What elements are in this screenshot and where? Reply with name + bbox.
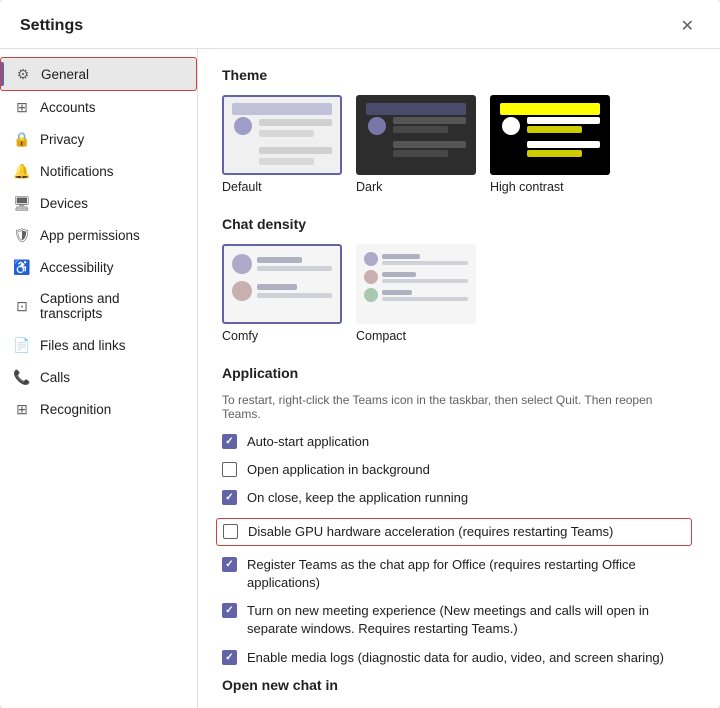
checkbox-register-teams-label: Register Teams as the chat app for Offic… bbox=[247, 556, 692, 592]
sidebar-item-label-devices: Devices bbox=[40, 196, 88, 211]
notifications-icon: 🔔 bbox=[14, 163, 30, 179]
theme-preview-dark bbox=[356, 95, 476, 175]
sidebar-item-app-permissions[interactable]: 🛡 App permissions bbox=[0, 219, 197, 251]
dialog-title: Settings bbox=[20, 17, 83, 35]
sidebar-item-label-calls: Calls bbox=[40, 370, 70, 385]
application-title: Application bbox=[222, 365, 692, 381]
sidebar-item-calls[interactable]: 📞 Calls bbox=[0, 361, 197, 393]
density-preview-compact bbox=[356, 244, 476, 324]
checkbox-on-close-label: On close, keep the application running bbox=[247, 489, 468, 507]
files-links-icon: 📄 bbox=[14, 337, 30, 353]
theme-option-hc[interactable]: High contrast bbox=[490, 95, 610, 194]
checkbox-open-bg: Open application in background bbox=[222, 461, 692, 479]
application-desc: To restart, right-click the Teams icon i… bbox=[222, 393, 692, 421]
checkbox-open-bg-input[interactable] bbox=[222, 462, 237, 477]
sidebar-item-recognition[interactable]: ⊞ Recognition bbox=[0, 393, 197, 425]
recognition-icon: ⊞ bbox=[14, 401, 30, 417]
privacy-icon: 🔒 bbox=[14, 131, 30, 147]
checkbox-register-teams-input[interactable] bbox=[222, 557, 237, 572]
density-label-comfy: Comfy bbox=[222, 329, 258, 343]
main-content: Theme Default bbox=[198, 49, 720, 708]
sidebar-item-files-links[interactable]: 📄 Files and links bbox=[0, 329, 197, 361]
checkbox-disable-gpu: Disable GPU hardware acceleration (requi… bbox=[216, 518, 692, 546]
accounts-icon: ⊞ bbox=[14, 99, 30, 115]
sidebar-item-label-accessibility: Accessibility bbox=[40, 260, 114, 275]
sidebar-item-label-general: General bbox=[41, 67, 89, 82]
checkbox-new-meeting-label: Turn on new meeting experience (New meet… bbox=[247, 602, 692, 638]
theme-section-title: Theme bbox=[222, 67, 692, 83]
captions-icon: ⊡ bbox=[14, 298, 30, 314]
sidebar-item-general[interactable]: ⚙ General bbox=[0, 57, 197, 91]
close-button[interactable]: ✕ bbox=[675, 14, 700, 38]
theme-label-dark: Dark bbox=[356, 180, 382, 194]
calls-icon: 📞 bbox=[14, 369, 30, 385]
theme-label-default: Default bbox=[222, 180, 262, 194]
open-new-chat-title: Open new chat in bbox=[222, 677, 692, 693]
accessibility-icon: ♿ bbox=[14, 259, 30, 275]
checkbox-new-meeting: Turn on new meeting experience (New meet… bbox=[222, 602, 692, 638]
devices-icon: 🖥 bbox=[14, 195, 30, 211]
checkbox-disable-gpu-input[interactable] bbox=[223, 524, 238, 539]
sidebar-item-devices[interactable]: 🖥 Devices bbox=[0, 187, 197, 219]
theme-option-dark[interactable]: Dark bbox=[356, 95, 476, 194]
density-label-compact: Compact bbox=[356, 329, 406, 343]
checkbox-media-logs-label: Enable media logs (diagnostic data for a… bbox=[247, 649, 664, 667]
density-preview-comfy bbox=[222, 244, 342, 324]
sidebar: ⚙ General ⊞ Accounts 🔒 Privacy 🔔 Notifications 🖥… bbox=[0, 49, 198, 708]
theme-option-default[interactable]: Default bbox=[222, 95, 342, 194]
checkbox-auto-start: Auto-start application bbox=[222, 433, 692, 451]
title-bar: Settings ✕ bbox=[0, 0, 720, 49]
chat-density-title: Chat density bbox=[222, 216, 692, 232]
theme-label-hc: High contrast bbox=[490, 180, 564, 194]
sidebar-item-label-accounts: Accounts bbox=[40, 100, 96, 115]
checkbox-on-close: On close, keep the application running bbox=[222, 489, 692, 507]
checkbox-register-teams: Register Teams as the chat app for Offic… bbox=[222, 556, 692, 592]
checkbox-on-close-input[interactable] bbox=[222, 490, 237, 505]
sidebar-item-privacy[interactable]: 🔒 Privacy bbox=[0, 123, 197, 155]
sidebar-item-label-recognition: Recognition bbox=[40, 402, 111, 417]
theme-preview-default bbox=[222, 95, 342, 175]
theme-preview-hc bbox=[490, 95, 610, 175]
checkbox-auto-start-label: Auto-start application bbox=[247, 433, 369, 451]
checkbox-media-logs: Enable media logs (diagnostic data for a… bbox=[222, 649, 692, 667]
checkbox-auto-start-input[interactable] bbox=[222, 434, 237, 449]
sidebar-item-label-notifications: Notifications bbox=[40, 164, 114, 179]
checkbox-new-meeting-input[interactable] bbox=[222, 603, 237, 618]
checkbox-open-bg-label: Open application in background bbox=[247, 461, 430, 479]
sidebar-item-label-privacy: Privacy bbox=[40, 132, 84, 147]
app-permissions-icon: 🛡 bbox=[14, 227, 30, 243]
density-option-comfy[interactable]: Comfy bbox=[222, 244, 342, 343]
general-icon: ⚙ bbox=[15, 66, 31, 82]
settings-dialog: Settings ✕ ⚙ General ⊞ Accounts 🔒 Privacy 🔔 Not… bbox=[0, 0, 720, 708]
checkbox-media-logs-input[interactable] bbox=[222, 650, 237, 665]
sidebar-item-notifications[interactable]: 🔔 Notifications bbox=[0, 155, 197, 187]
sidebar-item-captions[interactable]: ⊡ Captions and transcripts bbox=[0, 283, 197, 329]
density-option-compact[interactable]: Compact bbox=[356, 244, 476, 343]
application-section: Application To restart, right-click the … bbox=[222, 365, 692, 667]
density-options-row: Comfy bbox=[222, 244, 692, 343]
content-area: ⚙ General ⊞ Accounts 🔒 Privacy 🔔 Notifications 🖥… bbox=[0, 49, 720, 708]
sidebar-item-label-captions: Captions and transcripts bbox=[40, 291, 183, 321]
sidebar-item-label-app-permissions: App permissions bbox=[40, 228, 140, 243]
sidebar-item-label-files-links: Files and links bbox=[40, 338, 126, 353]
theme-options-row: Default Dark bbox=[222, 95, 692, 194]
sidebar-item-accessibility[interactable]: ♿ Accessibility bbox=[0, 251, 197, 283]
checkbox-disable-gpu-label: Disable GPU hardware acceleration (requi… bbox=[248, 523, 613, 541]
sidebar-item-accounts[interactable]: ⊞ Accounts bbox=[0, 91, 197, 123]
